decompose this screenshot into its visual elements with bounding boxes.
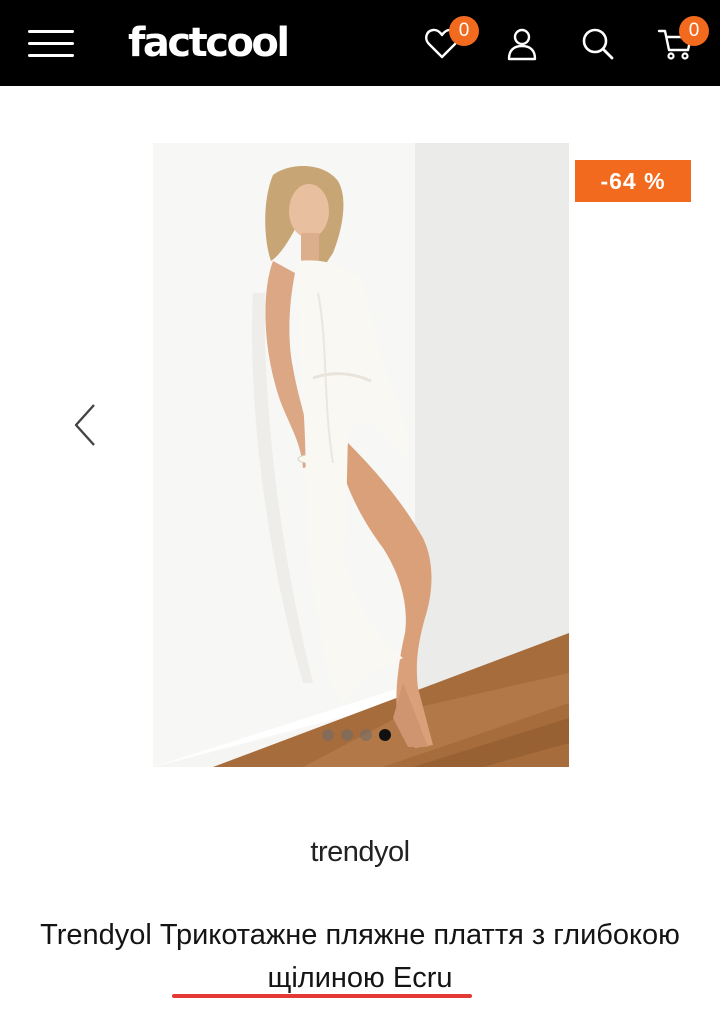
menu-line <box>28 42 74 45</box>
product-gallery: -64 % <box>0 86 720 786</box>
discount-badge: -64 % <box>575 160 691 202</box>
menu-icon[interactable] <box>28 28 74 60</box>
product-title: Trendyol Трикотажне пляжне плаття з глиб… <box>40 919 680 994</box>
top-header: factcool 0 0 <box>0 0 720 86</box>
brand-name[interactable]: trendyol <box>0 836 720 869</box>
carousel-dot[interactable] <box>322 729 334 741</box>
red-underline-mark <box>172 994 472 998</box>
carousel-dot-active[interactable] <box>379 729 391 741</box>
menu-line <box>28 54 74 57</box>
wishlist-count-badge: 0 <box>449 16 479 46</box>
chevron-left-icon[interactable] <box>70 402 100 448</box>
cart-count-badge: 0 <box>679 16 709 46</box>
menu-line <box>28 30 74 33</box>
product-image[interactable] <box>153 143 569 767</box>
search-icon[interactable] <box>578 24 618 64</box>
carousel-dot[interactable] <box>341 729 353 741</box>
carousel-dot[interactable] <box>360 729 372 741</box>
logo[interactable]: factcool <box>128 18 290 68</box>
user-icon[interactable] <box>502 24 542 64</box>
carousel-dots <box>322 729 391 743</box>
